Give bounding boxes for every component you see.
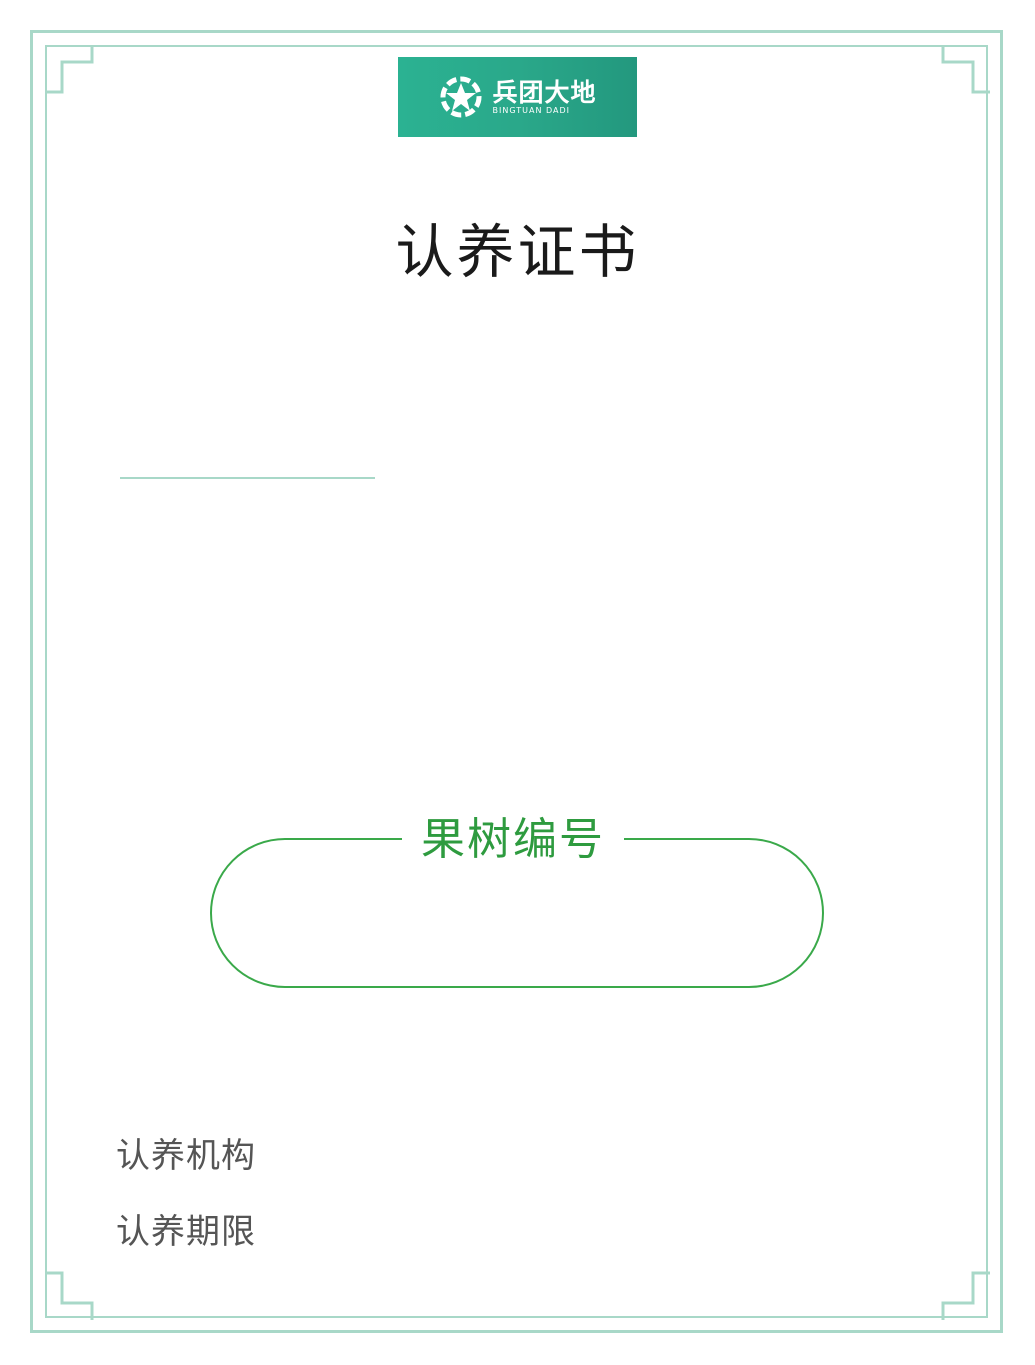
organization-label: 认养机构 [116, 1136, 256, 1176]
period-label: 认养期限 [116, 1212, 256, 1252]
brand-logo-banner: 兵团大地 BINGTUAN DADI [398, 57, 637, 137]
brand-logo-text: 兵团大地 BINGTUAN DADI [492, 80, 596, 115]
brand-name-cn: 兵团大地 [492, 77, 597, 107]
recipient-name-underline [120, 477, 375, 479]
brand-name-en: BINGTUAN DADI [492, 105, 570, 115]
tree-number-label: 果树编号 [402, 810, 624, 870]
star-logo-icon [440, 76, 482, 118]
certificate-title: 认养证书 [395, 218, 640, 286]
